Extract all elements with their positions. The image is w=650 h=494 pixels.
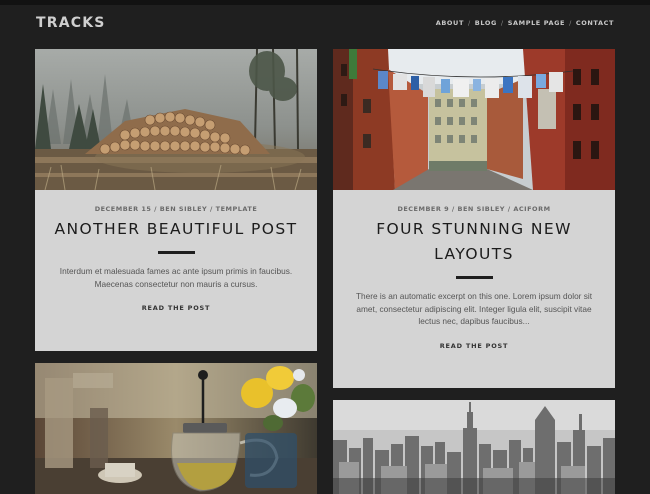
nav-separator: / <box>500 19 504 27</box>
post-card <box>35 363 317 494</box>
nav-item-about[interactable]: ABOUT <box>436 19 464 27</box>
main-nav: ABOUT / BLOG / SAMPLE PAGE / CONTACT <box>436 19 614 27</box>
post-excerpt: There is an automatic excerpt on this on… <box>355 291 593 326</box>
post-card: DECEMBER 9 / BEN SIBLEY / ACIFORM FOUR S… <box>333 49 615 388</box>
top-strip <box>0 0 650 5</box>
forest-logs-photo[interactable] <box>35 49 317 190</box>
post-title-line[interactable]: FOUR STUNNING NEW <box>333 217 615 242</box>
nav-separator: / <box>569 19 572 27</box>
post-meta[interactable]: DECEMBER 15 / BEN SIBLEY / TEMPLATE <box>35 205 317 213</box>
site-title[interactable]: TRACKS <box>36 15 106 31</box>
nav-item-blog[interactable]: BLOG <box>475 19 497 27</box>
title-divider <box>455 276 493 279</box>
nav-item-contact[interactable]: CONTACT <box>576 19 614 27</box>
read-more-link[interactable]: READ THE POST <box>333 342 615 350</box>
title-divider <box>157 251 195 254</box>
post-card: DECEMBER 15 / BEN SIBLEY / TEMPLATE ANOT… <box>35 49 317 351</box>
nav-separator: / <box>467 19 471 27</box>
post-title-line[interactable]: LAYOUTS <box>333 242 615 267</box>
post-body: DECEMBER 15 / BEN SIBLEY / TEMPLATE ANOT… <box>35 205 317 312</box>
site-header: TRACKS ABOUT / BLOG / SAMPLE PAGE / CONT… <box>36 15 616 35</box>
teapot-flowers-photo[interactable] <box>35 363 317 494</box>
nav-item-sample-page[interactable]: SAMPLE PAGE <box>508 19 565 27</box>
post-card <box>333 400 615 494</box>
post-meta[interactable]: DECEMBER 9 / BEN SIBLEY / ACIFORM <box>333 205 615 213</box>
read-more-link[interactable]: READ THE POST <box>35 304 317 312</box>
post-title[interactable]: ANOTHER BEAUTIFUL POST <box>35 217 317 242</box>
post-body: DECEMBER 9 / BEN SIBLEY / ACIFORM FOUR S… <box>333 205 615 350</box>
city-street-laundry-photo[interactable] <box>333 49 615 190</box>
post-excerpt: Interdum et malesuada fames ac ante ipsu… <box>59 266 293 289</box>
skyline-photo[interactable] <box>333 400 615 494</box>
